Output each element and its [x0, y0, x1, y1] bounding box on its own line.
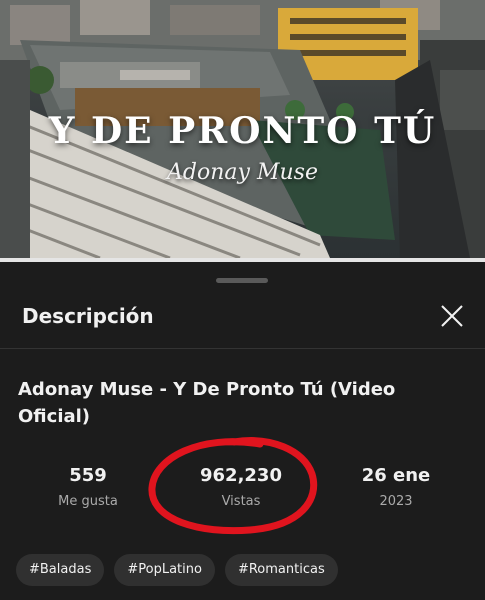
annotation-circle: [148, 437, 318, 535]
video-overlay-artist: Adonay Muse: [167, 160, 318, 185]
video-overlay-title: Y DE PRONTO TÚ: [48, 110, 437, 152]
publish-year: 2023: [379, 494, 413, 509]
date-stat: 26 ene 2023: [326, 464, 466, 509]
close-icon: [441, 305, 463, 327]
likes-stat: 559 Me gusta: [18, 464, 158, 509]
sheet-header: Descripción: [0, 294, 485, 346]
close-button[interactable]: [436, 300, 468, 332]
description-sheet: Descripción Adonay Muse - Y De Pronto Tú…: [0, 262, 485, 600]
publish-date: 26 ene: [361, 465, 431, 486]
drag-handle[interactable]: [216, 278, 268, 283]
header-divider: [0, 348, 485, 349]
sheet-title: Descripción: [22, 304, 154, 328]
hashtag-list: #Baladas #PopLatino #Romanticas: [16, 554, 338, 586]
hashtag-chip[interactable]: #PopLatino: [114, 554, 215, 586]
hashtag-chip[interactable]: #Baladas: [16, 554, 105, 586]
video-player[interactable]: Y DE PRONTO TÚ Adonay Muse: [0, 0, 485, 258]
video-title: Adonay Muse - Y De Pronto Tú (Video Ofic…: [18, 379, 396, 427]
likes-count: 559: [69, 465, 107, 486]
likes-label: Me gusta: [58, 494, 118, 509]
hashtag-chip[interactable]: #Romanticas: [224, 554, 338, 586]
